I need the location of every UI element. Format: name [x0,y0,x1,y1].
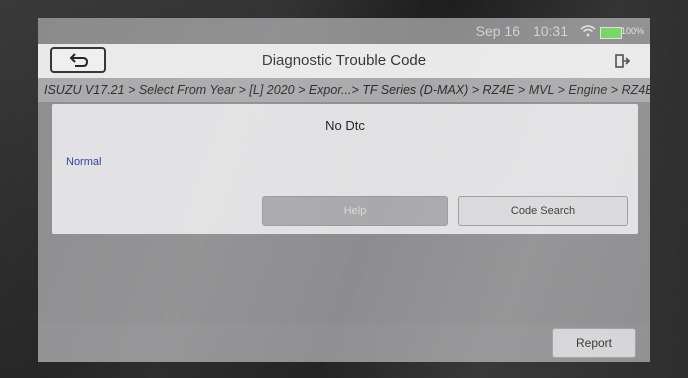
dtc-result-panel: No Dtc Normal Help Code Search [52,104,638,234]
code-search-button[interactable]: Code Search [458,196,628,226]
device-frame: Sep 16 10:31 100% Diagnostic Trouble Cod… [0,0,688,378]
help-button[interactable]: Help [262,196,448,226]
bottom-toolbar: Report [38,324,650,362]
status-bar: Sep 16 10:31 100% [38,18,650,44]
wifi-icon [580,25,596,37]
report-button[interactable]: Report [552,328,636,358]
exit-icon[interactable] [614,53,630,69]
battery-icon [600,27,622,39]
status-time: 10:31 [532,23,568,39]
page-title: Diagnostic Trouble Code [261,52,427,69]
system-status: Normal [66,156,102,168]
device-screen: Sep 16 10:31 100% Diagnostic Trouble Cod… [38,18,650,362]
status-date: Sep 16 [475,23,520,39]
breadcrumb: ISUZU V17.21 > Select From Year > [L] 20… [38,78,650,102]
title-bar: Diagnostic Trouble Code [38,44,650,78]
dtc-message: No Dtc [325,118,365,133]
battery-level: 100% [620,26,644,36]
